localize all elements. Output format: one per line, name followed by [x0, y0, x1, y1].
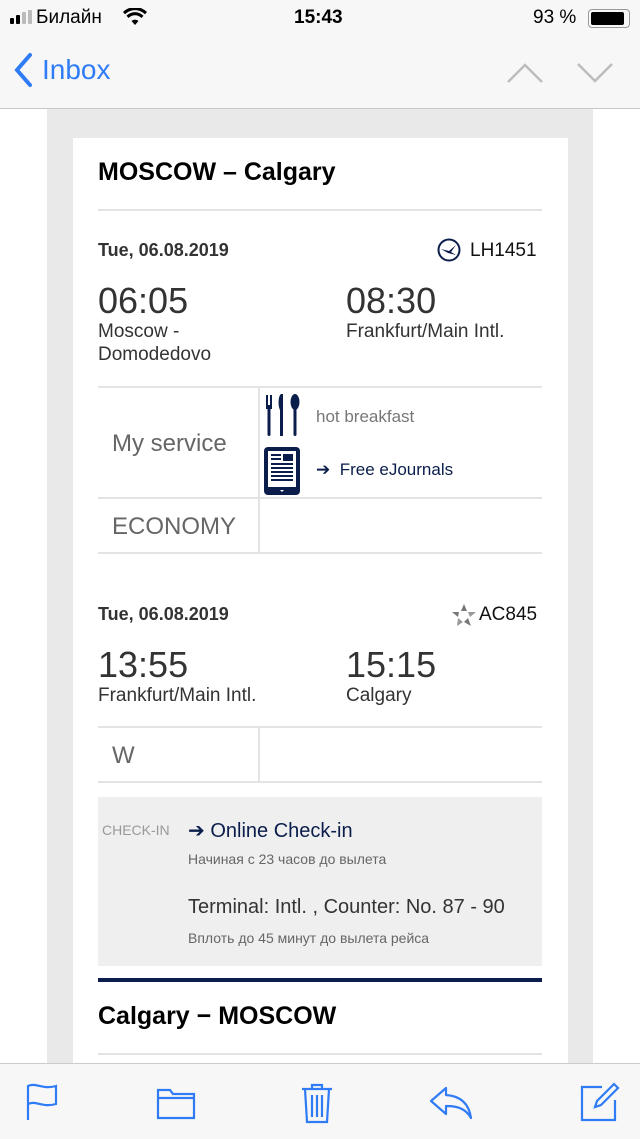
battery-percent: 93 % [533, 7, 577, 28]
counter-note: Вплоть до 45 минут до вылета рейса [188, 930, 430, 946]
battery-icon [588, 9, 630, 28]
ejournals-label: Free eJournals [339, 460, 454, 479]
arrow-right-icon: ➔ [188, 820, 205, 842]
arrival-time: 08:30 [346, 280, 437, 321]
divider [98, 781, 542, 783]
divider [258, 386, 260, 552]
outbound-title: MOSCOW – Calgary [98, 158, 336, 186]
segment-date: Tue, 06.08.2019 [98, 604, 229, 624]
tablet-icon [264, 447, 300, 495]
cabin-class: ECONOMY [112, 513, 237, 540]
divider [98, 386, 542, 388]
arrival-place: Calgary [346, 685, 412, 706]
divider [98, 726, 542, 728]
chevron-left-icon [14, 53, 32, 87]
departure-time: 06:05 [98, 280, 189, 321]
divider [98, 1053, 542, 1055]
status-bar: Билайн 15:43 93 % [0, 0, 640, 36]
lufthansa-crane-icon [437, 238, 461, 262]
terminal-info: Terminal: Intl. , Counter: No. 87 - 90 [188, 896, 505, 918]
cabin-class: W [112, 742, 135, 769]
back-label: Inbox [42, 54, 111, 85]
nav-bar: Inbox [0, 36, 640, 109]
return-title: Calgary − MOSCOW [98, 1002, 337, 1030]
departure-place: Frankfurt/Main Intl. [98, 685, 257, 706]
flight-number: AC845 [479, 604, 538, 625]
trash-icon[interactable] [300, 1082, 334, 1124]
wifi-icon [123, 8, 147, 25]
bottom-toolbar [0, 1063, 640, 1139]
clock: 15:43 [294, 7, 343, 28]
back-button[interactable]: Inbox [12, 52, 111, 88]
folder-icon[interactable] [156, 1082, 196, 1122]
flag-icon[interactable] [25, 1082, 59, 1122]
arrow-right-icon: ➔ [316, 460, 331, 479]
previous-message-icon[interactable] [506, 62, 544, 84]
segment-date: Tue, 06.08.2019 [98, 240, 229, 260]
service-label: My service [112, 430, 227, 457]
star-alliance-icon [452, 604, 476, 626]
arrival-time: 15:15 [346, 644, 437, 685]
signal-icon [10, 10, 32, 24]
departure-place: Moscow - Domodedovo [98, 321, 212, 365]
flight-number: LH1451 [470, 240, 537, 261]
next-message-icon[interactable] [576, 62, 614, 84]
cutlery-icon [266, 394, 300, 436]
arrival-place: Frankfurt/Main Intl. [346, 321, 505, 342]
online-checkin-note: Начиная с 23 часов до вылета [188, 851, 387, 867]
carrier: Билайн [36, 7, 102, 28]
meal-text: hot breakfast [316, 407, 415, 426]
online-checkin-label: Online Check-in [210, 820, 353, 842]
checkin-label: CHECK-IN [102, 822, 170, 838]
divider [258, 726, 260, 782]
compose-icon[interactable] [580, 1082, 620, 1122]
ejournals-link[interactable]: ➔ Free eJournals [316, 460, 453, 480]
divider [98, 552, 542, 554]
reply-icon[interactable] [428, 1082, 474, 1122]
online-checkin-link[interactable]: ➔ Online Check-in [188, 818, 353, 843]
divider [98, 497, 542, 499]
section-divider [98, 978, 542, 982]
checkin-box: CHECK-IN ➔ Online Check-in Начиная с 23 … [98, 797, 542, 966]
divider [98, 209, 542, 211]
departure-time: 13:55 [98, 644, 189, 685]
